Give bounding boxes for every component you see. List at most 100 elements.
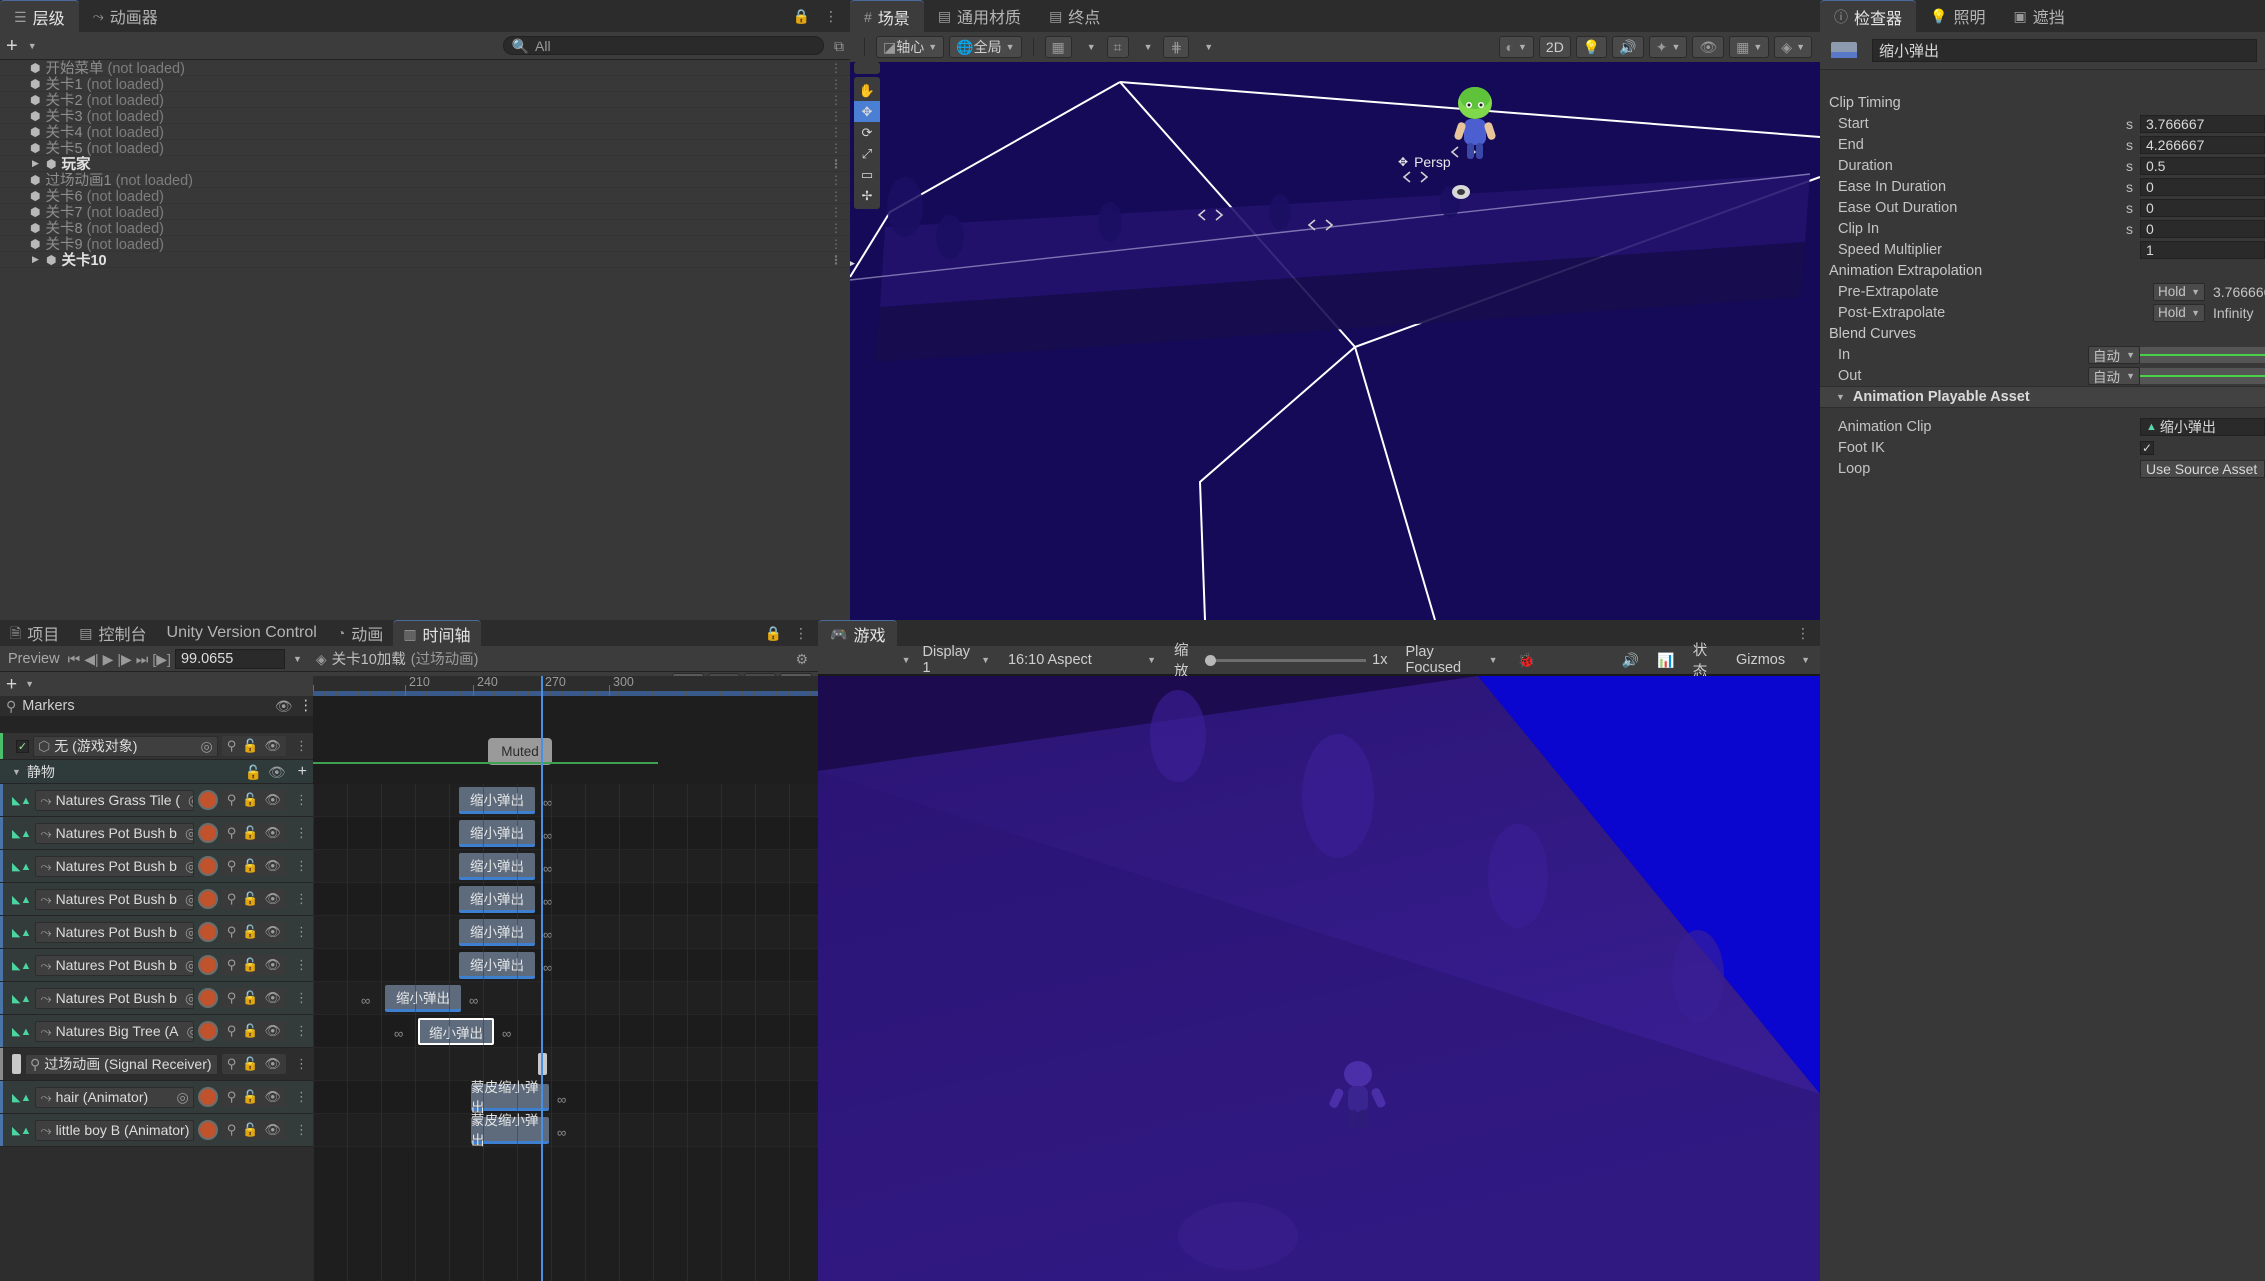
field-loop[interactable]: Loop Use Source Asset <box>1820 458 2265 479</box>
hierarchy-row-menu-icon[interactable]: ⋮ <box>830 237 842 251</box>
search-save-icon[interactable]: ⧉ <box>834 39 844 53</box>
track-header[interactable]: ◣▲ ⤳Natures Pot Bush b ◎ ⚲ 🔓 👁 ⋮ <box>0 916 313 949</box>
hierarchy-row-menu-icon[interactable]: ⋮ <box>830 93 842 107</box>
track-binding-field[interactable]: ⤳Natures Pot Bush b ◎ <box>35 888 194 910</box>
track-binding-field[interactable]: ⚲过场动画 (Signal Receiver)◎ <box>25 1053 218 1075</box>
tab-inspector[interactable]: ⓘ 检查器 <box>1820 0 1917 32</box>
track-header[interactable]: ◣▲ ⤳Natures Pot Bush b ◎ ⚲ 🔓 👁 ⋮ <box>0 982 313 1015</box>
pin-icon[interactable]: ⚲ <box>227 1056 237 1072</box>
timeline-clip[interactable]: 缩小弹出 <box>459 952 535 979</box>
playable-asset-header[interactable]: ▼ Animation Playable Asset <box>1820 386 2265 408</box>
gear-icon[interactable]: ⚙ <box>795 652 814 666</box>
kebab-menu-icon[interactable]: ⋮ <box>290 858 313 874</box>
game-viewport[interactable] <box>818 676 1820 1281</box>
field-animation-clip[interactable]: Animation Clip ▲ 缩小弹出 <box>1820 416 2265 437</box>
add-object-button[interactable]: + <box>6 36 18 56</box>
hierarchy-row-menu-icon[interactable]: ⋮ <box>830 157 842 171</box>
object-picker-icon[interactable]: ◎ <box>185 925 193 939</box>
scene-expand-arrow-icon[interactable]: ▶ <box>850 255 855 271</box>
lock-icon[interactable]: 🔓 <box>244 765 261 779</box>
track-binding-field[interactable]: ⤳ hair (Animator) ◎ <box>35 1086 194 1108</box>
space-toggle-button[interactable]: 🌐 全局 ▼ <box>949 36 1022 58</box>
kebab-menu-icon[interactable]: ⋮ <box>290 1056 313 1072</box>
rotate-tool-icon[interactable]: ⟳ <box>854 122 880 143</box>
kebab-menu-icon[interactable]: ⋮ <box>290 1122 313 1138</box>
playhead-line[interactable] <box>541 696 543 1281</box>
field-pre-extrapolate[interactable]: Pre-Extrapolate Hold▼ 3.766666 <box>1820 281 2265 302</box>
pin-icon[interactable]: ⚲ <box>227 858 237 874</box>
field-start[interactable]: Start s 3.766667 <box>1820 113 2265 134</box>
kebab-menu-icon[interactable]: ⋮ <box>794 626 808 640</box>
markers-row[interactable]: ⚲ Markers 👁 ⋮ <box>0 696 313 717</box>
timeline-ruler[interactable]: 210 240 270 300 <box>313 675 818 1281</box>
kebab-menu-icon[interactable]: ⋮ <box>290 924 313 940</box>
pin-icon[interactable]: ⚲ <box>227 1122 237 1138</box>
timeline-clip[interactable]: 缩小弹出 <box>459 787 535 814</box>
tab-endpoint[interactable]: ▤ 终点 <box>1035 0 1115 32</box>
transform-tool-icon[interactable]: ✢ <box>854 185 880 206</box>
track-header[interactable]: ◣▲⤳little boy B (Animator)◎ ⚲ 🔓 👁 ⋮ <box>0 1114 313 1147</box>
grid-snap-button[interactable]: ▦ <box>1044 36 1072 58</box>
goto-end-icon[interactable]: ⏭ <box>136 652 149 666</box>
mute-icon[interactable]: 👁 <box>264 957 281 973</box>
gizmos-button[interactable]: Gizmos <box>1730 650 1791 670</box>
stats-button[interactable]: 状态 <box>1687 643 1724 680</box>
field-value[interactable]: 0 <box>2140 219 2265 238</box>
tab-lighting[interactable]: 💡 照明 <box>1916 0 2000 32</box>
hierarchy-row-menu-icon[interactable]: ⋮ <box>830 173 842 187</box>
mute-icon[interactable]: 👁 <box>264 1056 281 1072</box>
frame-units-caret-icon[interactable]: ▼ <box>293 654 302 664</box>
scene-fx-button[interactable]: ✦ ▼ <box>1648 36 1688 58</box>
track-header[interactable]: ◣▲ ⤳Natures Pot Bush b ◎ ⚲ 🔓 👁 ⋮ <box>0 949 313 982</box>
field-blend-out[interactable]: Out 自动 ▼ <box>1820 365 2265 386</box>
hierarchy-row-menu-icon[interactable]: ⋮ <box>830 61 842 75</box>
mute-icon[interactable]: 👁 <box>264 990 281 1006</box>
game-settings-caret-icon[interactable]: ▼ <box>902 655 911 665</box>
curve-preview[interactable] <box>2140 367 2265 384</box>
hierarchy-row-menu-icon[interactable]: ⋮ <box>830 189 842 203</box>
scene-2d-button[interactable]: 2D <box>1538 36 1571 58</box>
pin-icon[interactable]: ⚲ <box>227 990 237 1006</box>
add-track-caret-icon[interactable]: ▼ <box>25 679 34 689</box>
object-picker-icon[interactable]: ◎ <box>187 1024 193 1038</box>
binding-object-field[interactable]: ⬡ 无 (游戏对象) ◎ <box>33 735 218 757</box>
object-picker-icon[interactable]: ◎ <box>185 958 193 972</box>
object-picker-icon[interactable]: ◎ <box>185 826 193 840</box>
pin-icon[interactable]: ⚲ <box>227 924 237 940</box>
snap-increment-caret[interactable]: ▼ <box>1134 36 1159 58</box>
bug-icon[interactable]: 🐞 <box>1510 653 1543 667</box>
kebab-menu-icon[interactable]: ⋮ <box>1796 626 1810 640</box>
scene-visibility-button[interactable]: 👁 <box>1692 36 1725 58</box>
display-dropdown[interactable]: Display 1 ▼ <box>917 644 996 676</box>
aspect-dropdown[interactable]: 16:10 Aspect ▼ <box>1002 650 1162 670</box>
lock-icon[interactable]: 🔓 <box>242 891 258 907</box>
track-header[interactable]: ◣▲ ⤳Natures Big Tree (A ◎ ⚲ 🔓 👁 ⋮ <box>0 1015 313 1048</box>
frame-field[interactable]: 99.0655 <box>174 648 285 669</box>
lock-icon[interactable]: 🔓 <box>242 1089 258 1105</box>
hierarchy-item[interactable]: ▶ ⬢ 关卡10 ⋮ <box>0 252 850 269</box>
pin-icon[interactable]: ⚲ <box>227 957 237 973</box>
track-binding-field[interactable]: ⤳Natures Pot Bush b ◎ <box>35 954 194 976</box>
scene-lighting-button[interactable]: 💡 <box>1575 36 1608 58</box>
mute-icon[interactable]: 👁 <box>264 1122 281 1138</box>
field-duration[interactable]: Duration s 0.5 <box>1820 155 2265 176</box>
tab-game[interactable]: 🎮 游戏 <box>818 620 898 646</box>
scene-viewport[interactable]: ✥ Persp ▶ <box>850 62 1820 620</box>
chevron-right-icon[interactable]: ▶ <box>32 254 39 265</box>
lock-icon[interactable]: 🔓 <box>242 738 258 754</box>
record-button[interactable] <box>197 922 218 942</box>
field-value[interactable]: 1 <box>2140 240 2265 259</box>
field-ease-out-duration[interactable]: Ease Out Duration s 0 <box>1820 197 2265 218</box>
mute-icon[interactable]: 👁 <box>264 1089 281 1105</box>
track-binding-field[interactable]: ⤳little boy B (Animator)◎ <box>35 1119 194 1141</box>
field-end[interactable]: End s 4.266667 <box>1820 134 2265 155</box>
pin-icon[interactable]: ⚲ <box>227 1089 237 1105</box>
track-binding-field[interactable]: ⤳Natures Grass Tile (◎ <box>35 789 194 811</box>
kebab-menu-icon[interactable]: ⋮ <box>290 1089 313 1105</box>
hierarchy-row-menu-icon[interactable]: ⋮ <box>830 77 842 91</box>
timeline-clip[interactable]: 缩小弹出 <box>459 853 535 880</box>
record-button[interactable] <box>197 955 218 975</box>
field-value[interactable]: 0 <box>2140 177 2265 196</box>
add-track-to-group-button[interactable]: + <box>292 763 313 781</box>
animation-clip-field[interactable]: ▲ 缩小弹出 <box>2140 417 2265 436</box>
